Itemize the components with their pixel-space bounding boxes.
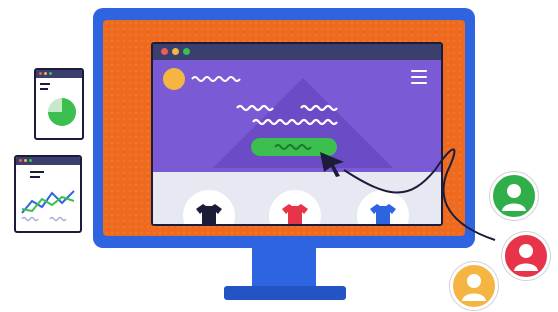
window-dot-yellow — [24, 159, 27, 162]
window-dot-yellow[interactable] — [172, 48, 179, 55]
widget-legend-line — [30, 171, 44, 173]
window-dot-green[interactable] — [183, 48, 190, 55]
window-dot-red — [19, 159, 22, 162]
line-chart-widget — [14, 155, 82, 233]
headline-placeholder — [236, 104, 338, 126]
line-chart-icon — [21, 190, 75, 222]
window-dot-green — [49, 72, 52, 75]
widget-legend-line — [40, 88, 48, 90]
circle-logo-icon[interactable] — [163, 68, 185, 90]
pie-chart-widget — [34, 68, 84, 140]
monitor-stand-neck — [252, 248, 316, 290]
user-avatar — [502, 232, 550, 280]
user-icon — [462, 274, 486, 301]
window-dot-red[interactable] — [161, 48, 168, 55]
user-avatar — [450, 262, 498, 310]
site-name-placeholder — [191, 76, 241, 82]
mouse-cursor-icon — [320, 152, 344, 177]
pie-chart-icon — [48, 98, 76, 126]
widget-legend-line — [30, 176, 40, 178]
product-item[interactable] — [183, 190, 235, 224]
browser-title-bar — [153, 44, 441, 60]
window-dot-red — [39, 72, 42, 75]
cursor-path — [343, 148, 496, 241]
monitor-stand-base — [224, 286, 346, 300]
user-icon — [502, 184, 526, 211]
hamburger-icon[interactable] — [411, 70, 427, 84]
window-dot-yellow — [44, 72, 47, 75]
widget-legend-line — [40, 83, 50, 85]
user-icon — [514, 244, 538, 271]
user-avatar — [490, 172, 538, 220]
tshirt-icon — [196, 204, 222, 224]
window-dot-green — [29, 159, 32, 162]
widget-title-bar — [36, 70, 82, 78]
